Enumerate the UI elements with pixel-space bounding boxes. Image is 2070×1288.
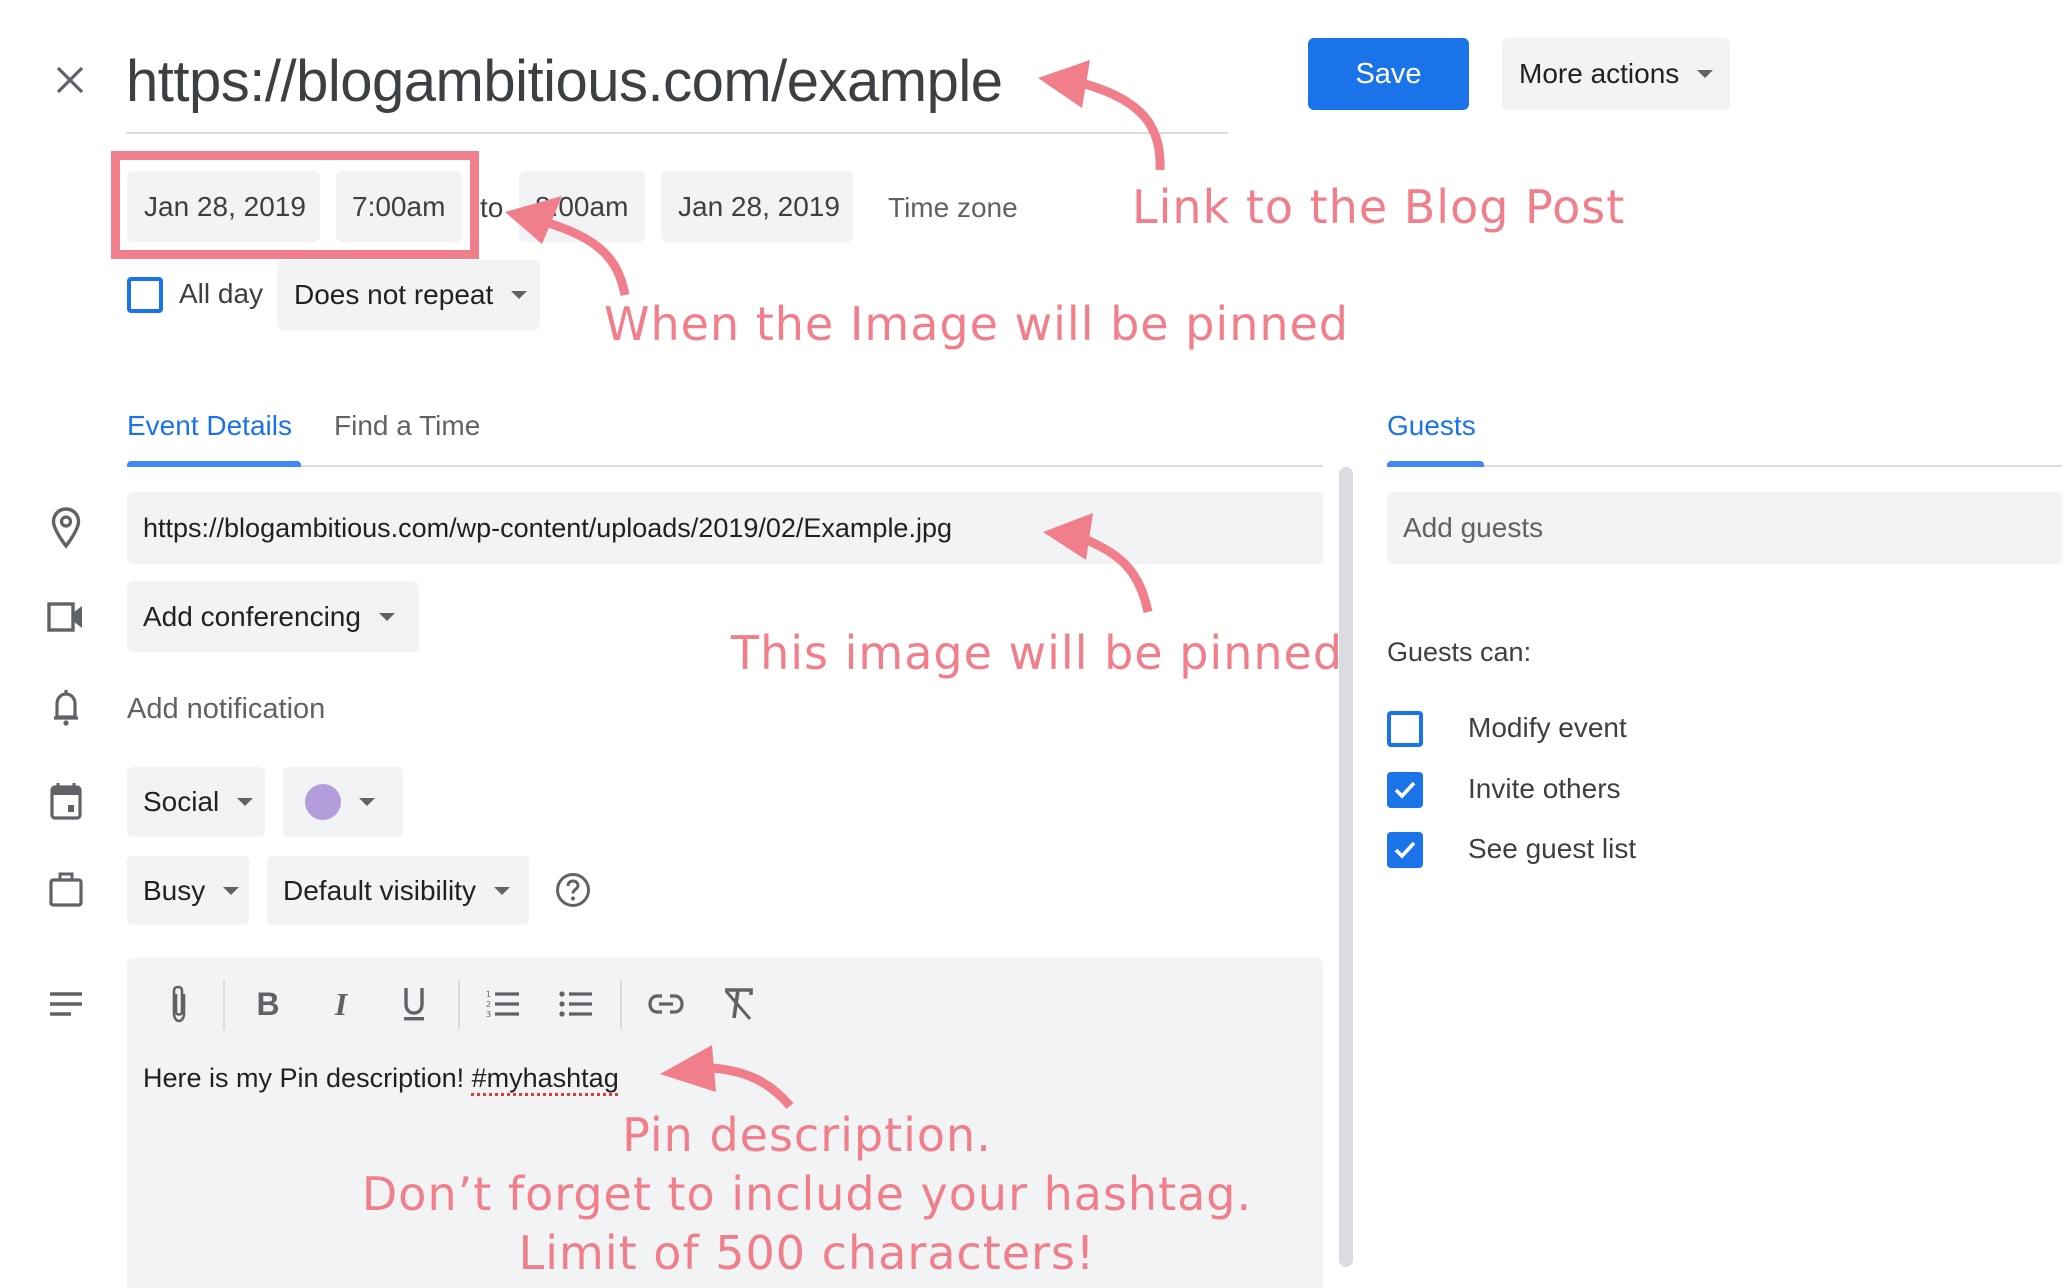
arrow-to-title bbox=[1083, 79, 1165, 171]
arrow-to-description bbox=[709, 1063, 794, 1109]
arrowhead-description bbox=[660, 1045, 716, 1092]
annotation-image: This image will be pinned bbox=[731, 626, 1344, 680]
annotation-desc-line3: Limit of 500 characters! bbox=[518, 1226, 1096, 1280]
arrowhead-location bbox=[1043, 513, 1093, 560]
annotation-desc-line2: Don’t forget to include your hashtag. bbox=[361, 1167, 1253, 1221]
annotation-description: Pin description. Don’t forget to include… bbox=[307, 1112, 1307, 1276]
arrowhead-title bbox=[1038, 60, 1090, 108]
annotation-when: When the Image will be pinned bbox=[604, 297, 1350, 351]
annotation-link: Link to the Blog Post bbox=[1132, 180, 1626, 234]
arrow-to-time bbox=[543, 217, 630, 296]
arrow-to-location bbox=[1080, 533, 1153, 613]
annotation-desc-line1: Pin description. bbox=[622, 1108, 992, 1162]
